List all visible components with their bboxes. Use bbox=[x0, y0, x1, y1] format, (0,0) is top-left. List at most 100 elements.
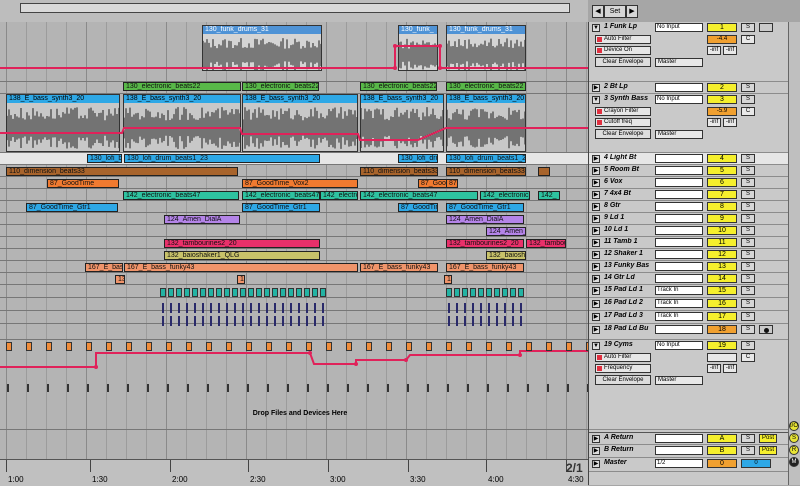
midi-note[interactable] bbox=[386, 342, 392, 351]
track-fold-button[interactable]: ▼ bbox=[592, 96, 600, 104]
time-ruler[interactable]: 1:00 1:30 2:00 2:30 3:00 3:30 4:00 4:30 bbox=[0, 459, 588, 486]
midi-note[interactable] bbox=[488, 303, 490, 313]
volume-field[interactable]: -5.9 bbox=[707, 107, 737, 116]
master-track[interactable]: ▶ Master 1/2 0 0 bbox=[589, 458, 789, 472]
solo-button[interactable]: S bbox=[741, 214, 755, 223]
track-header-3[interactable]: ▼ 3 Synth Bass No Input 3 S Crayon Filte… bbox=[589, 94, 789, 153]
midi-note[interactable] bbox=[502, 288, 508, 297]
arm-button[interactable] bbox=[759, 23, 773, 32]
midi-note[interactable] bbox=[480, 316, 482, 326]
track-fold-button[interactable]: ▼ bbox=[592, 342, 600, 350]
solo-button[interactable]: S bbox=[741, 312, 755, 321]
solo-button[interactable]: S bbox=[741, 202, 755, 211]
midi-note[interactable] bbox=[507, 384, 509, 392]
midi-note[interactable] bbox=[207, 384, 209, 392]
midi-note[interactable] bbox=[107, 384, 109, 392]
midi-note[interactable] bbox=[162, 303, 164, 313]
solo-button[interactable]: S bbox=[741, 341, 755, 350]
input-select[interactable] bbox=[655, 154, 703, 163]
track-fold-button[interactable]: ▶ bbox=[592, 215, 600, 223]
midi-note[interactable] bbox=[406, 342, 412, 351]
track-activator[interactable]: 1 bbox=[707, 23, 737, 32]
midi-note[interactable] bbox=[454, 288, 460, 297]
input-select[interactable] bbox=[655, 190, 703, 199]
midi-note[interactable] bbox=[547, 384, 549, 392]
track-activator[interactable]: B bbox=[707, 446, 737, 455]
midi-note[interactable] bbox=[456, 316, 458, 326]
pan-field[interactable]: C bbox=[741, 35, 755, 44]
clear-envelope-button[interactable]: Clear Envelope bbox=[595, 129, 651, 139]
input-select[interactable] bbox=[655, 325, 703, 334]
midi-note[interactable] bbox=[327, 384, 329, 392]
track-fold-button[interactable]: ▶ bbox=[592, 326, 600, 334]
track-fold-button[interactable]: ▼ bbox=[592, 24, 600, 32]
parameter-chooser[interactable]: Device On bbox=[595, 46, 651, 55]
track-fold-button[interactable]: ▶ bbox=[592, 435, 600, 443]
track-fold-button[interactable]: ▶ bbox=[592, 167, 600, 175]
solo-button[interactable]: S bbox=[741, 250, 755, 259]
track-activator[interactable]: 5 bbox=[707, 166, 737, 175]
track-fold-button[interactable]: ▶ bbox=[592, 460, 600, 468]
midi-note[interactable] bbox=[264, 288, 270, 297]
midi-note[interactable] bbox=[290, 316, 292, 326]
pre-post-toggle[interactable]: Post bbox=[759, 446, 777, 455]
midi-note[interactable] bbox=[186, 316, 188, 326]
input-select[interactable] bbox=[655, 262, 703, 271]
track-header-19[interactable]: ▼ 19 Cyms No Input 19 S Auto Filter Freq… bbox=[589, 340, 789, 430]
midi-note[interactable] bbox=[448, 316, 450, 326]
track-header-7[interactable]: ▶ 7 4x4 Bt 7 S bbox=[589, 189, 789, 201]
cue-volume[interactable]: 0 bbox=[741, 459, 771, 468]
pan-field[interactable]: C bbox=[741, 353, 755, 362]
track-fold-button[interactable]: ▶ bbox=[592, 84, 600, 92]
midi-note[interactable] bbox=[512, 316, 514, 326]
midi-note[interactable] bbox=[248, 288, 254, 297]
track-activator[interactable]: 2 bbox=[707, 83, 737, 92]
midi-note[interactable] bbox=[504, 303, 506, 313]
midi-note[interactable] bbox=[272, 288, 278, 297]
midi-note[interactable] bbox=[520, 316, 522, 326]
input-select[interactable]: Track In bbox=[655, 299, 703, 308]
drop-files-hint[interactable]: Drop Files and Devices Here bbox=[225, 410, 375, 417]
midi-note[interactable] bbox=[127, 384, 129, 392]
track-activator[interactable]: 9 bbox=[707, 214, 737, 223]
midi-note[interactable] bbox=[472, 303, 474, 313]
track-header-12[interactable]: ▶ 12 Shaker 1 12 S bbox=[589, 249, 789, 261]
midi-note[interactable] bbox=[176, 288, 182, 297]
send-b-field[interactable]: -inf bbox=[723, 118, 737, 127]
midi-note[interactable] bbox=[250, 316, 252, 326]
track-fold-button[interactable]: ▶ bbox=[592, 251, 600, 259]
track-fold-button[interactable]: ▶ bbox=[592, 287, 600, 295]
midi-note[interactable] bbox=[232, 288, 238, 297]
device-chooser[interactable]: Auto Filter bbox=[595, 35, 651, 44]
track-fold-button[interactable]: ▶ bbox=[592, 191, 600, 199]
midi-note[interactable] bbox=[322, 303, 324, 313]
input-select[interactable]: No Input bbox=[655, 23, 703, 32]
midi-note[interactable] bbox=[504, 316, 506, 326]
midi-note[interactable] bbox=[202, 316, 204, 326]
midi-note[interactable] bbox=[218, 316, 220, 326]
midi-note[interactable] bbox=[216, 288, 222, 297]
midi-note[interactable] bbox=[242, 316, 244, 326]
output-select[interactable]: Master bbox=[655, 58, 703, 67]
prev-locator-button[interactable]: ◀ bbox=[592, 5, 604, 18]
midi-note[interactable] bbox=[387, 384, 389, 392]
midi-note[interactable] bbox=[448, 303, 450, 313]
track-header-4[interactable]: ▶ 4 Light Bt 4 S bbox=[589, 153, 789, 165]
send-a-field[interactable]: -inf bbox=[707, 46, 721, 55]
solo-button[interactable]: S bbox=[741, 23, 755, 32]
midi-note[interactable] bbox=[47, 384, 49, 392]
midi-note[interactable] bbox=[208, 288, 214, 297]
track-activator[interactable]: 15 bbox=[707, 286, 737, 295]
midi-note[interactable] bbox=[367, 384, 369, 392]
device-chooser[interactable]: Crayon Filter bbox=[595, 107, 651, 116]
midi-note[interactable] bbox=[496, 316, 498, 326]
return-track-a[interactable]: ▶ A Return A S Post bbox=[589, 432, 789, 445]
solo-button[interactable]: S bbox=[741, 238, 755, 247]
midi-note[interactable] bbox=[512, 303, 514, 313]
track-fold-button[interactable]: ▶ bbox=[592, 239, 600, 247]
midi-note[interactable] bbox=[407, 384, 409, 392]
midi-note[interactable] bbox=[246, 342, 252, 351]
clear-envelope-button[interactable]: Clear Envelope bbox=[595, 375, 651, 385]
midi-note[interactable] bbox=[486, 342, 492, 351]
solo-button[interactable]: S bbox=[741, 262, 755, 271]
